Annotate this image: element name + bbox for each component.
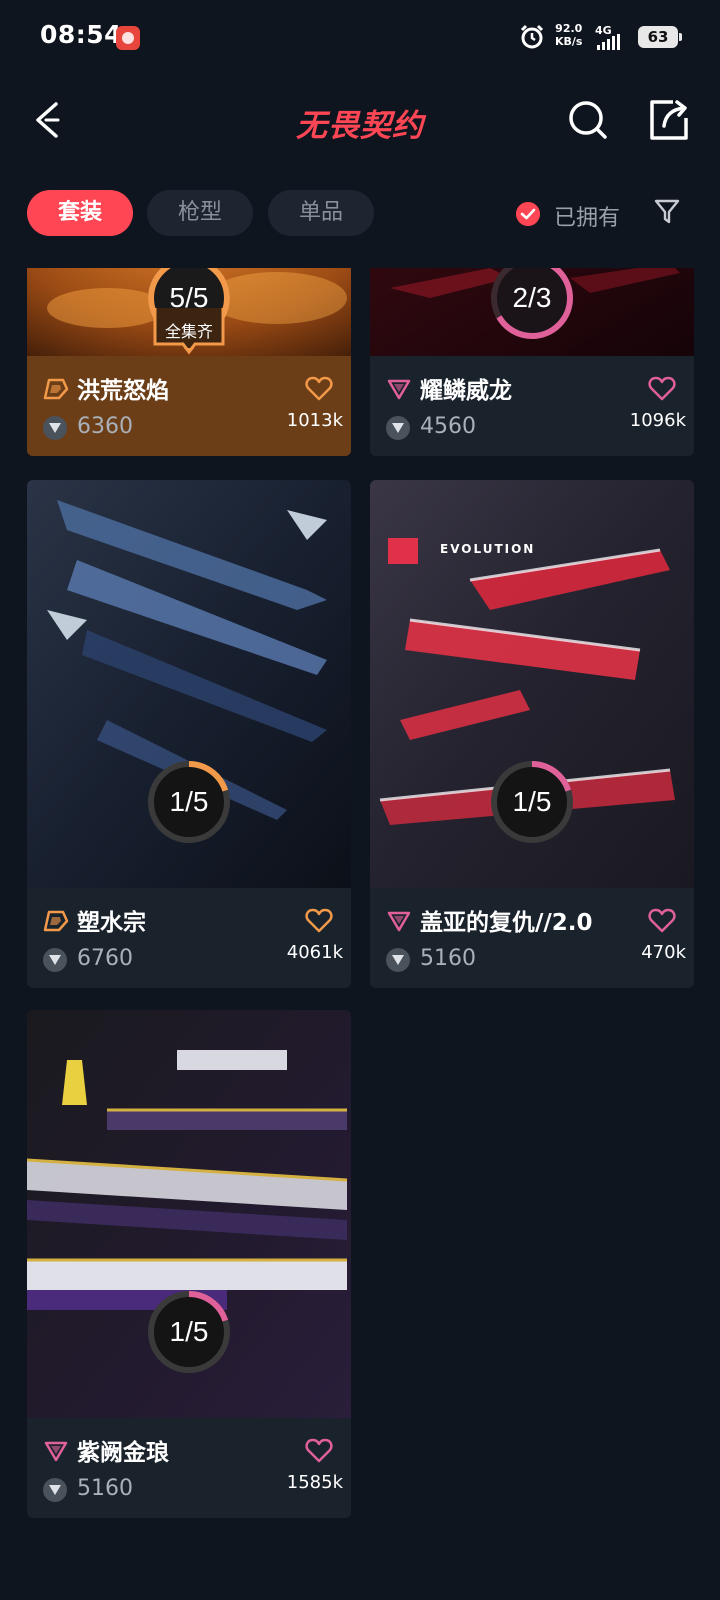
heart-icon[interactable] [648, 376, 676, 402]
bundle-card[interactable]: EVOLUTION 1/5 盖亚的复仇//2.0 5160 470k [370, 480, 694, 988]
bundle-card[interactable]: 1/5 塑水宗 6760 4061k [27, 480, 351, 988]
collection-progress-ring: 1/5 [146, 1289, 232, 1375]
bundle-price: 6360 [77, 414, 133, 439]
filter-funnel-icon[interactable] [652, 196, 682, 226]
bundle-name: 盖亚的复仇//2.0 [420, 910, 593, 936]
status-bar: 08:54 92.0 KB/s 4G 63 [0, 0, 720, 72]
network-speed-unit: KB/s [555, 35, 583, 48]
like-count: 470k [641, 942, 686, 963]
owned-filter-label: 已拥有 [554, 206, 621, 231]
valorant-points-icon [386, 416, 410, 440]
heart-icon[interactable] [648, 908, 676, 934]
bundle-card[interactable]: 1/5 紫阙金琅 5160 1585k [27, 1010, 351, 1518]
card-info: 塑水宗 6760 4061k [27, 888, 351, 988]
collection-progress-text: 1/5 [169, 786, 209, 817]
like-count: 1585k [286, 1472, 343, 1493]
bundle-name: 紫阙金琅 [77, 1440, 169, 1466]
category-tabs: 套装 枪型 单品 已拥有 [0, 190, 720, 238]
tab-single-item[interactable]: 单品 [268, 190, 374, 236]
like-count: 1096k [629, 410, 686, 431]
network-speed: 92.0 KB/s [555, 22, 582, 48]
app-header: 无畏契约 [0, 80, 720, 160]
tier-premium-icon [43, 910, 69, 932]
complete-set-badge: 全集齐 [164, 322, 213, 341]
bundle-name: 洪荒怒焰 [77, 378, 169, 404]
heart-icon[interactable] [305, 1438, 333, 1464]
signal-bars-icon [597, 34, 620, 50]
tier-exclusive-icon [44, 1441, 68, 1462]
bundle-name: 塑水宗 [77, 910, 146, 936]
bundle-card[interactable]: 5/5 全集齐 洪荒怒焰 6360 1013k [27, 268, 351, 456]
network-speed-value: 92.0 [555, 22, 583, 35]
valorant-points-icon [386, 948, 410, 972]
image-caption: EVOLUTION [440, 542, 536, 556]
tier-exclusive-icon [387, 911, 411, 932]
bundle-name: 耀鳞威龙 [420, 378, 512, 404]
collection-progress-ring: 2/3 [489, 268, 575, 341]
notification-app-icon [116, 26, 140, 50]
share-icon[interactable] [643, 94, 695, 146]
card-info: 紫阙金琅 5160 1585k [27, 1418, 351, 1518]
card-info: 耀鳞威龙 4560 1096k [370, 356, 694, 456]
tier-exclusive-icon [387, 379, 411, 400]
collection-progress-ring: 1/5 [146, 759, 232, 845]
like-count: 4061k [286, 942, 343, 963]
tab-suits[interactable]: 套装 [27, 190, 133, 236]
status-time: 08:54 [40, 20, 123, 49]
card-info: 洪荒怒焰 6360 1013k [27, 356, 351, 456]
bundle-grid: 5/5 全集齐 洪荒怒焰 6360 1013k 2/3 耀鳞威龙 4560 10… [0, 268, 720, 1600]
valorant-points-icon [43, 416, 67, 440]
collection-progress-text: 1/5 [512, 786, 552, 817]
valorant-points-icon [43, 1478, 67, 1502]
like-count: 1013k [286, 410, 343, 431]
battery-indicator: 63 [638, 26, 682, 48]
bundle-price: 6760 [77, 946, 133, 971]
card-info: 盖亚的复仇//2.0 5160 470k [370, 888, 694, 988]
heart-icon[interactable] [305, 376, 333, 402]
collection-progress-text: 2/3 [512, 282, 552, 313]
tab-weapon-type[interactable]: 枪型 [147, 190, 253, 236]
bundle-price: 4560 [420, 414, 476, 439]
bundle-card[interactable]: 2/3 耀鳞威龙 4560 1096k [370, 268, 694, 456]
checkmark-icon [516, 202, 540, 226]
tier-premium-icon [43, 378, 69, 400]
bundle-price: 5160 [420, 946, 476, 971]
alarm-clock-icon [520, 24, 544, 49]
heart-icon[interactable] [305, 908, 333, 934]
valorant-points-icon [43, 948, 67, 972]
collection-progress-ring: 1/5 [489, 759, 575, 845]
bundle-price: 5160 [77, 1476, 133, 1501]
search-icon[interactable] [562, 94, 614, 146]
collection-progress-text: 1/5 [169, 1316, 209, 1347]
